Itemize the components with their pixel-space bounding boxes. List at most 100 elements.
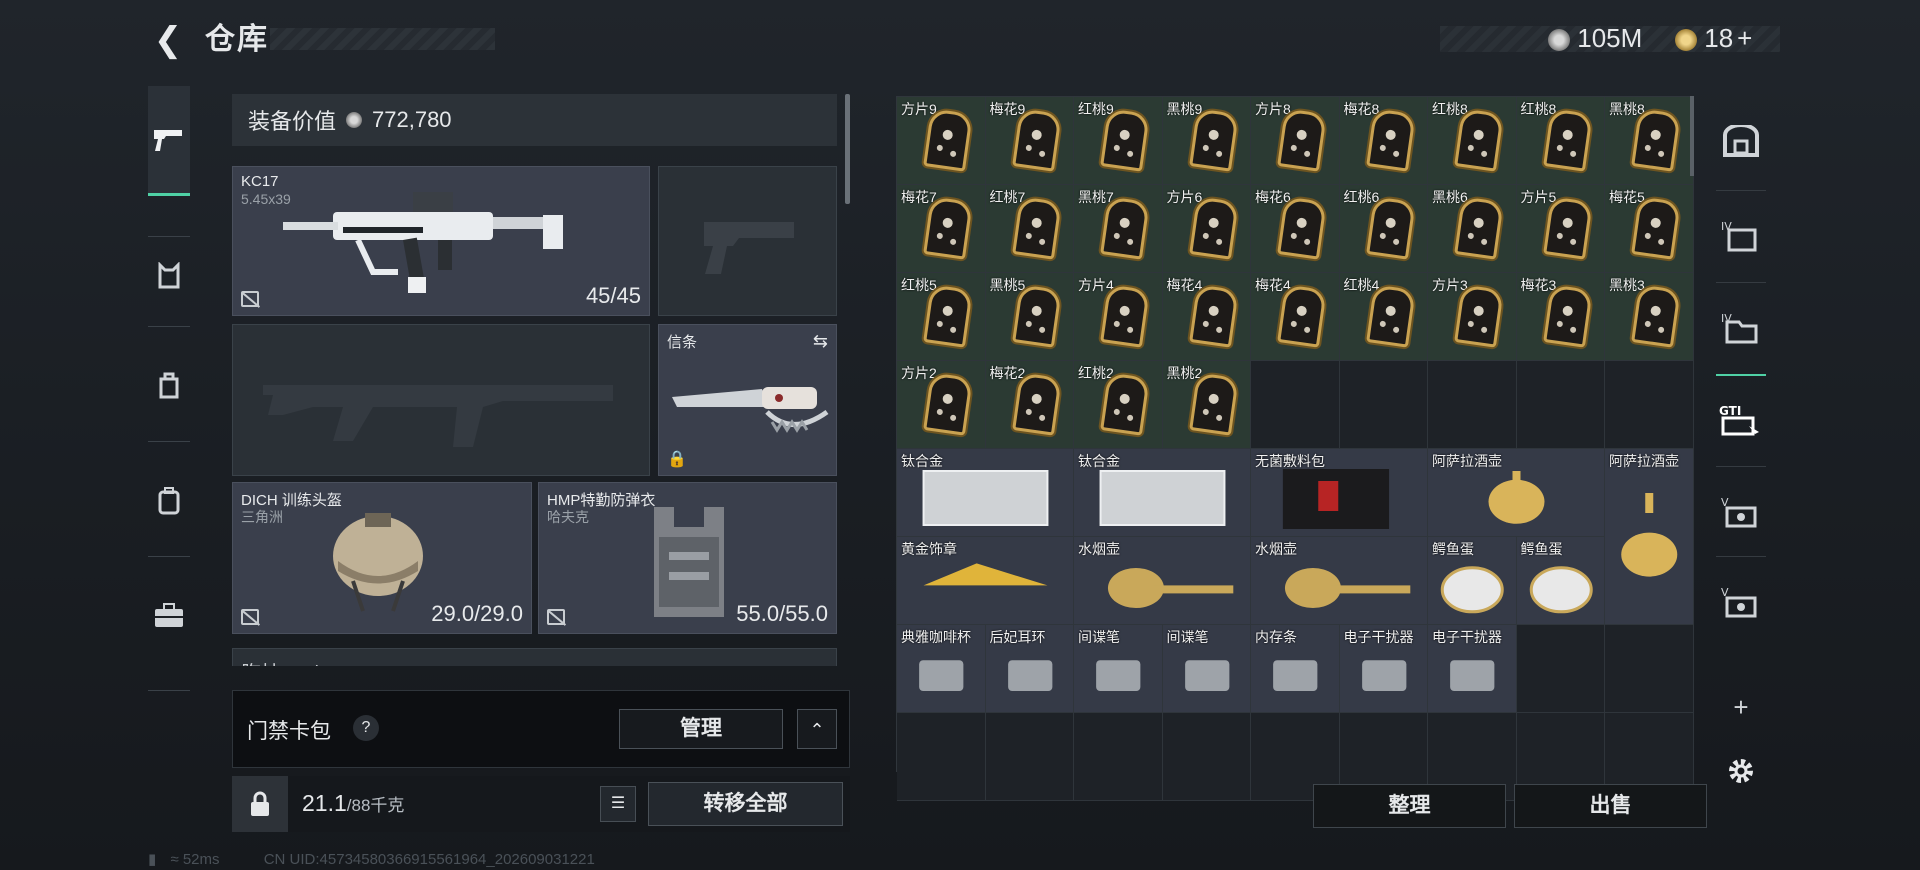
access-card[interactable]: 红桃9 xyxy=(1074,97,1163,185)
item-label: 红桃5 xyxy=(901,277,937,293)
access-card[interactable]: 梅花3 xyxy=(1516,273,1605,361)
item-label: 黄金饰章 xyxy=(901,541,957,557)
battery-icon: ▮ xyxy=(148,851,157,868)
add-currency-button[interactable]: + xyxy=(1737,23,1752,53)
stash-item[interactable]: 内存条 xyxy=(1251,625,1340,713)
item-label: 黑桃6 xyxy=(1432,189,1468,205)
stash-item[interactable]: 水烟壶 xyxy=(1251,537,1428,625)
access-card[interactable]: 黑桃9 xyxy=(1162,97,1251,185)
access-card[interactable]: 黑桃7 xyxy=(1074,185,1163,273)
access-card[interactable]: 方片4 xyxy=(1074,273,1163,361)
access-card[interactable]: 黑桃5 xyxy=(985,273,1074,361)
item-label: 黑桃3 xyxy=(1609,277,1645,293)
melee-slot[interactable]: 信条 ⇆ 🔒 xyxy=(658,324,837,476)
armor-slot[interactable]: HMP特勤防弹衣 哈夫克 55.0/55.0 xyxy=(538,482,837,634)
access-card[interactable]: 红桃4 xyxy=(1339,273,1428,361)
helmet-slot[interactable]: DICH 训练头盔 三角洲 29.0/29.0 xyxy=(232,482,532,634)
stash-item[interactable]: 阿萨拉酒壶 xyxy=(1605,449,1694,625)
access-card[interactable]: 梅花5 xyxy=(1605,185,1694,273)
sell-button[interactable]: 出售 xyxy=(1514,784,1707,828)
capacity-bar: 21.1/88千克 ☰ 转移全部 xyxy=(232,776,850,832)
stash-item[interactable]: 黄金饰章 xyxy=(897,537,1074,625)
access-card[interactable]: 黑桃8 xyxy=(1605,97,1694,185)
rail-backpack[interactable] xyxy=(148,471,190,531)
stash-item[interactable]: 后妃耳环 xyxy=(985,625,1074,713)
chest-rig-slot[interactable]: 胸挂：7/12，2 xyxy=(232,648,837,666)
item-label: 鳄鱼蛋 xyxy=(1520,541,1563,557)
sort-button[interactable]: 整理 xyxy=(1313,784,1506,828)
card-illustration xyxy=(1454,196,1504,260)
access-card[interactable]: 方片5 xyxy=(1516,185,1605,273)
pistol-slot-empty[interactable] xyxy=(658,166,837,316)
manage-button[interactable]: 管理 xyxy=(619,709,783,749)
weight-lock-button[interactable] xyxy=(232,776,288,832)
stash-item[interactable]: 电子干扰器 xyxy=(1428,625,1517,713)
currency-triangle-coin[interactable]: 18 + xyxy=(1675,22,1752,54)
access-card[interactable]: 黑桃2 xyxy=(1162,361,1251,449)
armor-durability: 55.0/55.0 xyxy=(736,601,828,626)
primary-weapon-slot[interactable]: KC17 5.45x39 45/45 xyxy=(232,166,650,316)
access-card[interactable]: 红桃8 xyxy=(1516,97,1605,185)
access-card[interactable]: 黑桃6 xyxy=(1428,185,1517,273)
stash-item[interactable]: 间谍笔 xyxy=(1074,625,1163,713)
card-illustration xyxy=(1631,284,1681,348)
settings-icon[interactable] xyxy=(1710,746,1772,796)
access-card[interactable]: 黑桃3 xyxy=(1605,273,1694,361)
rail-helmet[interactable] xyxy=(148,356,190,416)
stash-item[interactable]: 水烟壶 xyxy=(1074,537,1251,625)
backpack-icon xyxy=(158,487,180,515)
access-card[interactable]: 红桃2 xyxy=(1074,361,1163,449)
access-card[interactable]: 方片9 xyxy=(897,97,986,185)
stash-item[interactable]: 电子干扰器 xyxy=(1339,625,1428,713)
rail-armor[interactable] xyxy=(148,246,190,306)
item-label: 间谍笔 xyxy=(1166,629,1209,645)
stash-scrollbar[interactable] xyxy=(1690,96,1694,176)
access-card[interactable]: 红桃7 xyxy=(985,185,1074,273)
chevron-up-icon[interactable]: ⌃ xyxy=(797,709,837,749)
access-card[interactable]: 红桃5 xyxy=(897,273,986,361)
stash-item[interactable]: 钛合金 xyxy=(1074,449,1251,537)
access-card[interactable]: 梅花7 xyxy=(897,185,986,273)
stash-item[interactable]: 鳄鱼蛋 xyxy=(1428,537,1517,625)
access-card[interactable]: 方片6 xyxy=(1162,185,1251,273)
access-card[interactable]: 红桃8 xyxy=(1428,97,1517,185)
stash-item[interactable]: 鳄鱼蛋 xyxy=(1516,537,1605,625)
rail-case-v[interactable]: V xyxy=(1710,472,1772,552)
add-icon[interactable]: + xyxy=(1710,682,1772,732)
access-card[interactable]: 梅花2 xyxy=(985,361,1074,449)
swap-icon[interactable]: ⇆ xyxy=(813,331,828,352)
access-card[interactable]: 方片3 xyxy=(1428,273,1517,361)
loadout-scrollbar[interactable] xyxy=(845,94,850,204)
rail-case[interactable] xyxy=(148,586,190,646)
list-icon[interactable]: ☰ xyxy=(600,786,636,822)
access-card[interactable]: 梅花8 xyxy=(1339,97,1428,185)
currency-hafu-coin[interactable]: 105M xyxy=(1548,22,1642,54)
stash-item[interactable]: 间谍笔 xyxy=(1162,625,1251,713)
item-label: 黑桃2 xyxy=(1166,365,1203,381)
rail-safebox[interactable] xyxy=(1710,102,1772,182)
rail-weapons[interactable] xyxy=(148,86,190,196)
rail-case-iv[interactable]: IV xyxy=(1710,196,1772,276)
access-card[interactable]: 方片2 xyxy=(897,361,986,449)
secondary-weapon-slot-empty[interactable] xyxy=(232,324,650,476)
access-card[interactable]: 方片8 xyxy=(1251,97,1340,185)
back-button[interactable]: ❮ xyxy=(148,20,188,60)
equipment-category-rail xyxy=(148,86,190,692)
rail-case-v2[interactable]: V xyxy=(1710,562,1772,642)
access-card[interactable]: 梅花9 xyxy=(985,97,1074,185)
status-bar: ▮ ≈ 52ms CN UID:457345803669155619​64_20… xyxy=(148,850,595,868)
item-label: 水烟壶 xyxy=(1078,541,1120,557)
stash-item[interactable]: 阿萨拉酒壶 xyxy=(1428,449,1605,537)
rail-folder-iv[interactable]: IV xyxy=(1710,288,1772,368)
access-card[interactable]: 红桃6 xyxy=(1339,185,1428,273)
transfer-all-button[interactable]: 转移全部 xyxy=(648,782,843,826)
access-card[interactable]: 梅花4 xyxy=(1162,273,1251,361)
rail-gti-case[interactable]: GTI xyxy=(1710,380,1772,460)
helmet-durability: 29.0/29.0 xyxy=(431,601,523,626)
access-card[interactable]: 梅花6 xyxy=(1251,185,1340,273)
access-card[interactable]: 梅花4 xyxy=(1251,273,1340,361)
stash-item[interactable]: 典雅咖啡杯 xyxy=(897,625,986,713)
help-icon[interactable]: ? xyxy=(353,715,379,741)
stash-item[interactable]: 钛合金 xyxy=(897,449,1074,537)
stash-item[interactable]: 无菌敷料包 xyxy=(1251,449,1428,537)
